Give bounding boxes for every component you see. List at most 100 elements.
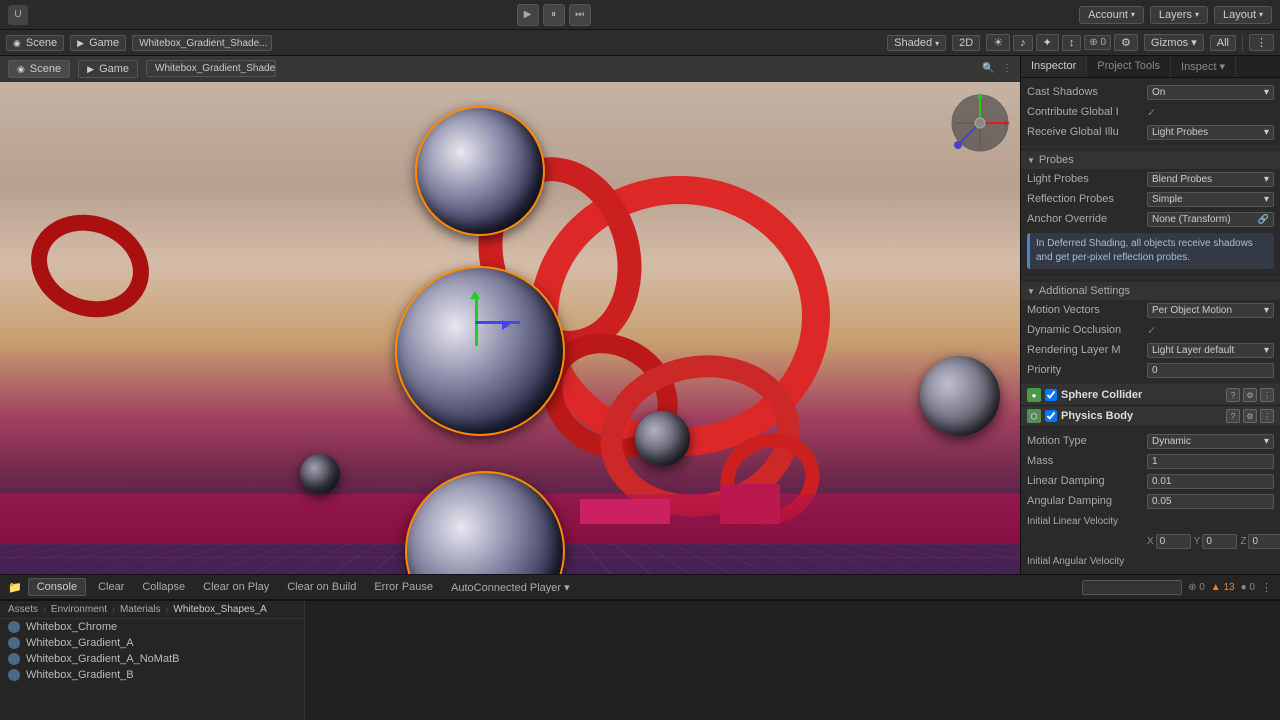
asset-sphere-icon-3 (8, 669, 20, 681)
play-button[interactable]: ▶ (517, 4, 539, 26)
physics-body-header[interactable]: ⬡ Physics Body ? ⚙ ⋮ (1021, 406, 1280, 427)
ang-z-input[interactable] (1248, 574, 1280, 575)
probes-section: ▼ Probes Light Probes Blend Probes ▾ Ref… (1021, 147, 1280, 278)
light-probes-dropdown[interactable]: Blend Probes ▾ (1147, 172, 1274, 187)
contribute-checkbox[interactable]: ✓ (1147, 106, 1274, 119)
list-item[interactable]: Whitebox_Gradient_B (0, 667, 304, 683)
priority-input[interactable] (1147, 363, 1274, 378)
inspect-tab[interactable]: Inspect ▾ (1171, 56, 1236, 77)
mass-label: Mass (1027, 455, 1147, 467)
layers-dropdown[interactable]: Layers ▾ (1150, 6, 1208, 24)
motion-type-value: Dynamic (1152, 436, 1191, 447)
list-item[interactable]: Whitebox_Chrome (0, 619, 304, 635)
transform-gizmo[interactable] (450, 296, 510, 356)
reflection-probes-value: Simple (1152, 194, 1183, 205)
shaded-label: Shaded (894, 37, 932, 49)
collapse-button[interactable]: Collapse (136, 579, 191, 595)
motion-type-dropdown[interactable]: Dynamic ▾ (1147, 434, 1274, 449)
shaded-dropdown[interactable]: Shaded ▾ (887, 35, 946, 51)
probes-header[interactable]: ▼ Probes (1021, 151, 1280, 169)
console-tab[interactable]: Console (28, 578, 86, 596)
game-tab[interactable]: ▶ Game (70, 35, 126, 51)
physics-body-settings[interactable]: ⚙ (1243, 409, 1257, 423)
additional-header[interactable]: ▼ Additional Settings (1021, 282, 1280, 300)
audio-toggle[interactable]: ♪ (1013, 35, 1033, 51)
receive-label: Receive Global Illu (1027, 126, 1147, 138)
viewport[interactable]: ◉ Scene ▶ Game Whitebox_Gradient_Shade..… (0, 56, 1020, 574)
receive-global-dropdown[interactable]: Light Probes ▾ (1147, 125, 1274, 140)
info-text: In Deferred Shading, all objects receive… (1036, 238, 1253, 263)
light-probes-arrow: ▾ (1264, 174, 1269, 185)
lin-x-input[interactable] (1156, 534, 1191, 549)
game-view-tab[interactable]: ▶ Game (78, 60, 138, 78)
dynamic-occlusion-row: Dynamic Occlusion ✓ (1021, 320, 1280, 340)
fx-toggle[interactable]: ✦ (1036, 34, 1059, 51)
reflection-probes-dropdown[interactable]: Simple ▾ (1147, 192, 1274, 207)
bottom-more[interactable]: ⋮ (1261, 581, 1272, 594)
gizmo-x-arrow (502, 320, 510, 330)
cast-shadows-dropdown[interactable]: On ▾ (1147, 85, 1274, 100)
breadcrumb-environment[interactable]: Environment (51, 604, 107, 615)
dynamic-occlusion-checkbox[interactable]: ✓ (1147, 324, 1274, 337)
physics-body-info[interactable]: ? (1226, 409, 1240, 423)
clear-on-play-button[interactable]: Clear on Play (197, 579, 275, 595)
search-icon[interactable]: 🔍 (982, 63, 994, 75)
sphere-collider-settings[interactable]: ⚙ (1243, 388, 1257, 402)
project-tools-tab[interactable]: Project Tools (1087, 56, 1171, 77)
toolbar2: ◉ Scene ▶ Game Whitebox_Gradient_Shade..… (0, 30, 1280, 56)
inspector-tab[interactable]: Inspector (1021, 56, 1087, 77)
orient-widget[interactable] (945, 88, 1015, 158)
autoconnect-dropdown[interactable]: AutoConnected Player ▾ (445, 579, 576, 596)
motion-vectors-arrow: ▾ (1264, 305, 1269, 316)
breadcrumb-assets[interactable]: Assets (8, 604, 38, 615)
clear-button[interactable]: Clear (92, 579, 130, 595)
lights-toggle[interactable]: ☀ (986, 34, 1010, 51)
scene-tab[interactable]: ◉ Scene (6, 35, 64, 51)
asset-name-3: Whitebox_Gradient_B (26, 669, 134, 681)
list-item[interactable]: Whitebox_Gradient_A_NoMatB (0, 651, 304, 667)
ang-x-input[interactable] (1156, 574, 1191, 575)
shader-display[interactable]: Whitebox_Gradient_Shade... (132, 35, 272, 51)
mass-input[interactable] (1147, 454, 1274, 469)
assets-main-area (305, 601, 1280, 720)
sphere-collider-info[interactable]: ? (1226, 388, 1240, 402)
reflection-probes-row: Reflection Probes Simple ▾ (1021, 189, 1280, 209)
rendering-layer-dropdown[interactable]: Light Layer default ▾ (1147, 343, 1274, 358)
motion-vectors-dropdown[interactable]: Per Object Motion ▾ (1147, 303, 1274, 318)
additional-settings-section: ▼ Additional Settings Motion Vectors Per… (1021, 278, 1280, 385)
breadcrumb-materials[interactable]: Materials (120, 604, 161, 615)
mass-row: Mass (1021, 451, 1280, 471)
step-button[interactable]: ⏭ (569, 4, 591, 26)
sphere-collider-more[interactable]: ⋮ (1260, 388, 1274, 402)
all-dropdown[interactable]: All (1210, 35, 1236, 51)
account-dropdown[interactable]: Account ▾ (1079, 6, 1144, 24)
sphere-collider-header[interactable]: ● Sphere Collider ? ⚙ ⋮ (1021, 385, 1280, 406)
anchor-override-dropdown[interactable]: None (Transform) 🔗 (1147, 212, 1274, 227)
clear-on-build-button[interactable]: Clear on Build (281, 579, 362, 595)
lin-z-input[interactable] (1248, 534, 1280, 549)
physics-body-checkbox[interactable] (1045, 410, 1057, 422)
motion-type-arrow: ▾ (1264, 436, 1269, 447)
sphere-small-1 (635, 411, 690, 466)
lin-y-input[interactable] (1202, 534, 1237, 549)
layout-dropdown[interactable]: Layout ▾ (1214, 6, 1272, 24)
linear-damping-input[interactable] (1147, 474, 1274, 489)
physics-body-more[interactable]: ⋮ (1260, 409, 1274, 423)
more-options[interactable]: ⚙ (1114, 34, 1138, 51)
2d-toggle[interactable]: 2D (952, 35, 980, 51)
more-menu[interactable]: ⋮ (1249, 34, 1274, 51)
viewport-more[interactable]: ⋮ (1002, 63, 1012, 74)
ang-y-input[interactable] (1202, 574, 1237, 575)
move-tool[interactable]: ↕ (1062, 35, 1082, 51)
physics-body-title: Physics Body (1061, 410, 1222, 422)
assets-icon[interactable]: 📁 (8, 581, 22, 594)
whitebox-tab[interactable]: Whitebox_Gradient_Shade... (146, 60, 276, 77)
gizmos-dropdown[interactable]: Gizmos ▾ (1144, 34, 1204, 51)
error-pause-button[interactable]: Error Pause (368, 579, 439, 595)
pause-button[interactable]: ⏸ (543, 4, 565, 26)
console-search[interactable] (1082, 580, 1182, 595)
sphere-collider-checkbox[interactable] (1045, 389, 1057, 401)
angular-damping-input[interactable] (1147, 494, 1274, 509)
scene-view-tab[interactable]: ◉ Scene (8, 60, 70, 78)
list-item[interactable]: Whitebox_Gradient_A (0, 635, 304, 651)
